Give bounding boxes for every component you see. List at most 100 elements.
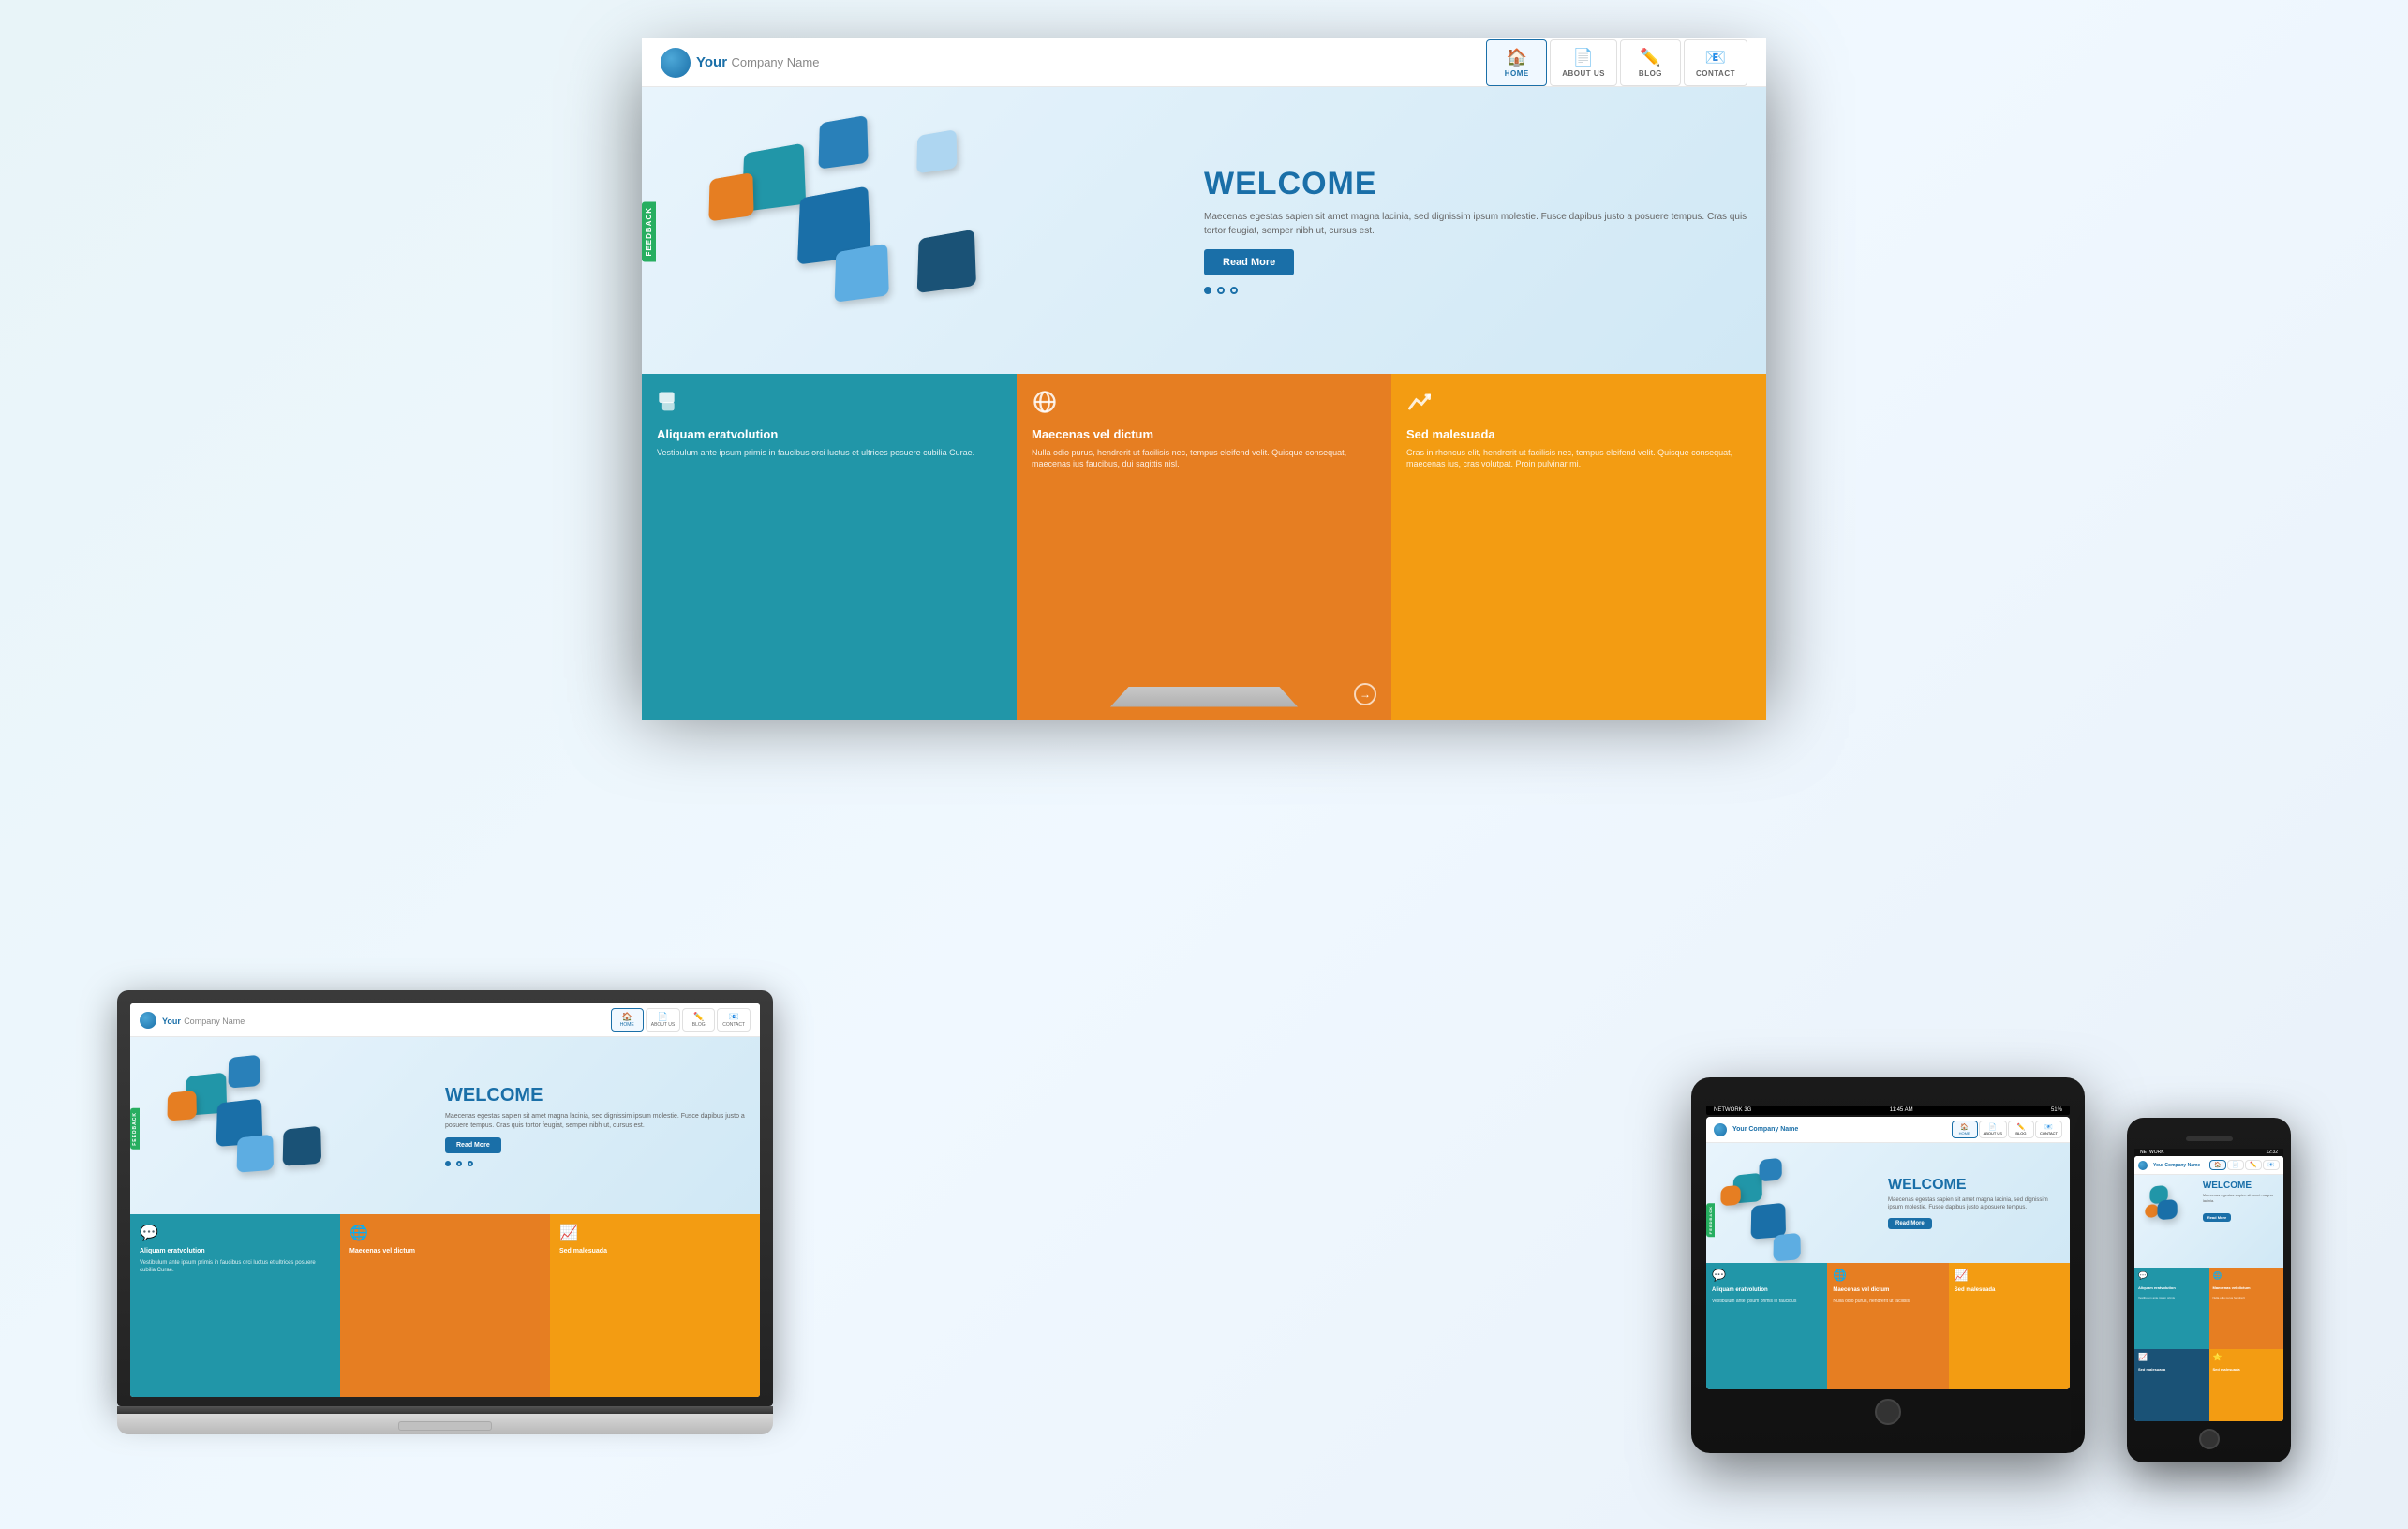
laptop-globe-icon: 🌐 bbox=[349, 1224, 541, 1242]
tablet-hero-image: FEEDBACK bbox=[1706, 1143, 1880, 1263]
nav-about[interactable]: 📄 ABOUT US bbox=[1550, 65, 1617, 86]
tablet-blog-label: BLOG bbox=[2015, 1131, 2026, 1136]
laptop-dots bbox=[445, 1161, 749, 1166]
logo-sub: Company Name bbox=[732, 65, 820, 69]
nav-contact-label: CONTACT bbox=[1696, 69, 1735, 78]
site-nav: 🏠 HOME 📄 ABOUT US ✏️ BLOG bbox=[1486, 65, 1740, 86]
phone-hero: WELCOME Maecenas egestas sapien sit amet… bbox=[2134, 1175, 2283, 1268]
phone-nav-blog[interactable]: ✏️ bbox=[2245, 1160, 2262, 1170]
tablet-nav-home[interactable]: 🏠 HOME bbox=[1952, 1121, 1978, 1138]
feature-3-title: Sed malesuada bbox=[1406, 427, 1740, 441]
laptop-hero-content: WELCOME Maecenas egestas sapien sit amet… bbox=[434, 1037, 760, 1214]
laptop-chart-icon: 📈 bbox=[559, 1224, 751, 1242]
laptop-blog-icon: ✏️ bbox=[693, 1012, 704, 1022]
laptop-feat2-title: Maecenas vel dictum bbox=[349, 1248, 541, 1254]
phone-blog-icon: ✏️ bbox=[2250, 1162, 2256, 1168]
floating-tiles bbox=[668, 87, 1189, 374]
laptop-hero-title: WELCOME bbox=[445, 1085, 749, 1106]
nav-blog[interactable]: ✏️ BLOG bbox=[1620, 65, 1681, 86]
feature-1-text: Vestibulum ante ipsum primis in faucibus… bbox=[668, 447, 1002, 459]
laptop-nav-blog[interactable]: ✏️ BLOG bbox=[682, 1008, 715, 1032]
tablet-screen: Your Company Name 🏠 HOME 📄 ABOUT US bbox=[1706, 1117, 2070, 1389]
laptop-website: Your Company Name 🏠 HOME 📄 ABOU bbox=[130, 1003, 760, 1397]
tablet-nav-contact[interactable]: 📧 CONTACT bbox=[2035, 1121, 2062, 1138]
about-icon: 📄 bbox=[1573, 65, 1594, 67]
chart-icon bbox=[1406, 389, 1740, 422]
read-more-button[interactable]: Read More bbox=[1204, 249, 1294, 275]
tablet-hero-text: Maecenas egestas sapien sit amet magna l… bbox=[1888, 1197, 2062, 1212]
carousel-dots bbox=[1204, 287, 1740, 294]
phone-nav-home[interactable]: 🏠 bbox=[2209, 1160, 2226, 1170]
site-header: Your Company Name 🏠 HOME 📄 ABOUT bbox=[668, 65, 1740, 87]
laptop-about-icon: 📄 bbox=[658, 1012, 668, 1022]
phone-hero-content: WELCOME Maecenas egestas sapien sit amet… bbox=[2203, 1180, 2278, 1237]
tablet-feedback: FEEDBACK bbox=[1706, 1203, 1715, 1237]
laptop-home-label: HOME bbox=[620, 1022, 634, 1028]
phone-hero-title: WELCOME bbox=[2203, 1180, 2278, 1191]
laptop-logo-globe bbox=[140, 1012, 156, 1029]
tablet-time: 11:45 AM bbox=[1890, 1107, 1913, 1113]
phone-read-more[interactable]: Read More bbox=[2203, 1213, 2231, 1222]
tablet-home-button[interactable] bbox=[1875, 1399, 1901, 1425]
monitor-website: Your Company Name 🏠 HOME 📄 ABOUT bbox=[668, 65, 1740, 668]
phone-home-button[interactable] bbox=[2199, 1429, 2220, 1449]
dot-2 bbox=[1217, 287, 1225, 294]
phone-feature-2: 🌐 Maecenas vel dictum Nulla odio purus h… bbox=[2209, 1268, 2284, 1349]
feature-1-title: Aliquam eratvolution bbox=[668, 427, 1002, 441]
tablet-feat1-title: Aliquam eratvolution bbox=[1712, 1287, 1821, 1293]
phone-hero-image bbox=[2140, 1180, 2203, 1237]
tablet-hero: FEEDBACK WELCOME Maecenas egest bbox=[1706, 1143, 2070, 1263]
phone-home-icon: 🏠 bbox=[2214, 1162, 2221, 1168]
phone-nav-about[interactable]: 📄 bbox=[2227, 1160, 2244, 1170]
phone-feature-1: 💬 Aliquam eratvolution Vestibulum ante i… bbox=[2134, 1268, 2209, 1349]
laptop-hero: FEEDBACK WELCOME bbox=[130, 1037, 760, 1214]
phone-star-icon: ⭐ bbox=[2213, 1353, 2281, 1361]
laptop-screen-frame: Your Company Name 🏠 HOME 📄 ABOU bbox=[117, 990, 773, 1406]
laptop-hero-image: FEEDBACK bbox=[130, 1037, 434, 1214]
laptop-nav-home[interactable]: 🏠 HOME bbox=[611, 1008, 644, 1032]
phone-hero-inner: WELCOME Maecenas egestas sapien sit amet… bbox=[2140, 1180, 2278, 1237]
phone-feat1-title: Aliquam eratvolution bbox=[2138, 1285, 2206, 1290]
phone-about-icon: 📄 bbox=[2232, 1162, 2238, 1168]
tablet-status-bar: NETWORK 3G 11:45 AM 51% bbox=[1706, 1106, 2070, 1115]
dot-3 bbox=[1230, 287, 1238, 294]
scene: Your Company Name 🏠 HOME 📄 ABOUT bbox=[80, 38, 2328, 1491]
nav-contact[interactable]: 📧 CONTACT bbox=[1684, 65, 1740, 86]
nav-about-label: ABOUT US bbox=[1562, 69, 1605, 78]
phone-nav-contact[interactable]: 📧 bbox=[2263, 1160, 2280, 1170]
tablet-nav-blog[interactable]: ✏️ BLOG bbox=[2008, 1121, 2034, 1138]
laptop-feedback: FEEDBACK bbox=[130, 1108, 140, 1150]
laptop-screen: Your Company Name 🏠 HOME 📄 ABOU bbox=[130, 1003, 760, 1397]
tablet-nav-about[interactable]: 📄 ABOUT US bbox=[1979, 1121, 2007, 1138]
feature-card-1: Aliquam eratvolution Vestibulum ante ips… bbox=[668, 374, 1017, 668]
laptop-read-more[interactable]: Read More bbox=[445, 1137, 501, 1153]
laptop-feat3-title: Sed malesuada bbox=[559, 1248, 751, 1254]
phone-header: Your Company Name 🏠 📄 ✏️ bbox=[2134, 1156, 2283, 1175]
laptop-nav-about[interactable]: 📄 ABOUT US bbox=[646, 1008, 680, 1032]
laptop-feature-3: 📈 Sed malesuada bbox=[550, 1214, 760, 1397]
site-features: Aliquam eratvolution Vestibulum ante ips… bbox=[668, 374, 1740, 668]
tablet-read-more[interactable]: Read More bbox=[1888, 1218, 1932, 1229]
nav-home-label: HOME bbox=[1505, 69, 1529, 78]
chat-icon bbox=[668, 389, 1002, 422]
laptop-logo: Your Company Name bbox=[140, 1012, 245, 1029]
phone-feat2-text: Nulla odio purus hendrerit bbox=[2213, 1296, 2281, 1299]
tablet-feature-2: 🌐 Maecenas vel dictum Nulla odio purus, … bbox=[1827, 1263, 1948, 1389]
tablet-chart-icon: 📈 bbox=[1955, 1269, 2064, 1282]
tablet-features: 💬 Aliquam eratvolution Vestibulum ante i… bbox=[1706, 1263, 2070, 1389]
phone-screen: Your Company Name 🏠 📄 ✏️ bbox=[2134, 1156, 2283, 1421]
dot-1 bbox=[1204, 287, 1211, 294]
site-hero: FEEDBACK bbox=[668, 87, 1740, 374]
hero-image-area: FEEDBACK bbox=[668, 87, 1189, 374]
tablet-contact-icon: 📧 bbox=[2044, 1123, 2053, 1131]
tablet-logo-text: Your Company Name bbox=[1732, 1126, 1798, 1133]
hero-title: WELCOME bbox=[1204, 166, 1740, 202]
tablet-home-icon: 🏠 bbox=[1960, 1123, 1969, 1131]
laptop-nav-contact[interactable]: 📧 CONTACT bbox=[717, 1008, 751, 1032]
hero-content: WELCOME Maecenas egestas sapien sit amet… bbox=[1189, 87, 1740, 374]
phone-feature-4: ⭐ Sed malesuada bbox=[2209, 1349, 2284, 1421]
tablet-about-label: ABOUT US bbox=[1984, 1131, 2002, 1136]
tablet-hero-content: WELCOME Maecenas egestas sapien sit amet… bbox=[1880, 1143, 2070, 1263]
nav-home[interactable]: 🏠 HOME bbox=[1486, 65, 1547, 86]
laptop-chat-icon: 💬 bbox=[140, 1224, 331, 1242]
